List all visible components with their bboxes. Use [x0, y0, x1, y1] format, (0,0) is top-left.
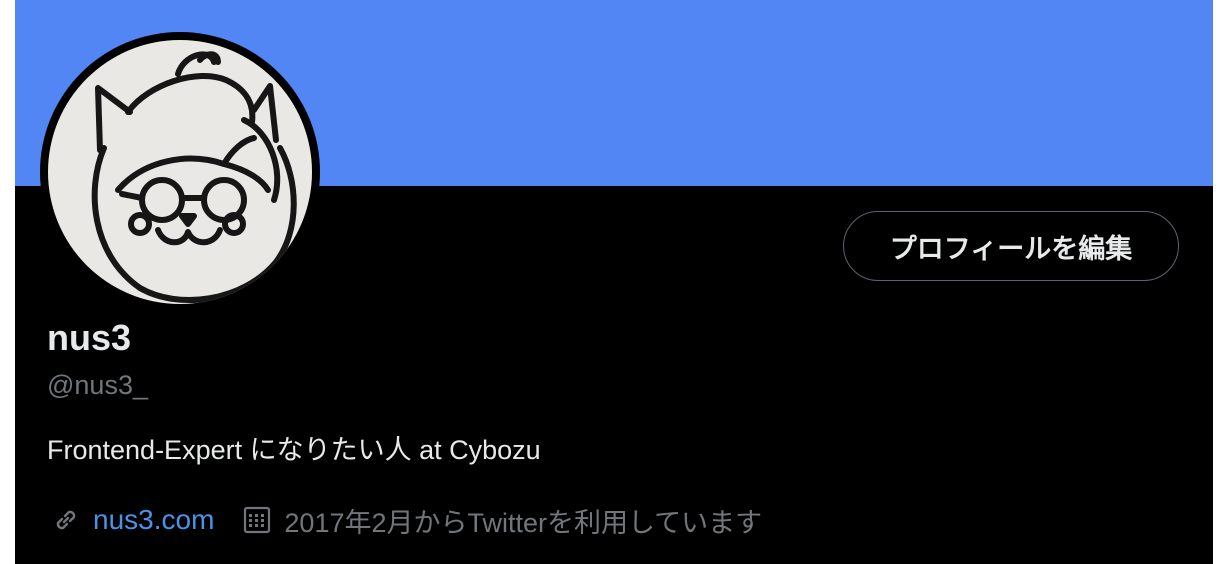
display-name: nus3	[47, 317, 132, 358]
link-icon	[51, 505, 81, 535]
profile-header: プロフィールを編集 nus3 @nus3_ Frontend-Expert にな…	[15, 0, 1213, 564]
join-date: 2017年2月からTwitterを利用しています	[242, 501, 762, 540]
user-handle: @nus3_	[47, 370, 148, 400]
calendar-icon	[242, 505, 272, 535]
profile-meta: nus3.com 2017年2月からTwitterを利用しています	[51, 500, 762, 540]
profile-avatar[interactable]	[40, 32, 320, 312]
join-date-text: 2017年2月からTwitterを利用しています	[284, 507, 763, 538]
profile-bio: Frontend-Expert になりたい人 at Cybozu	[47, 435, 541, 465]
avatar-illustration	[48, 40, 312, 304]
page: プロフィールを編集 nus3 @nus3_ Frontend-Expert にな…	[0, 0, 1228, 564]
website-link[interactable]: nus3.com	[93, 504, 214, 536]
edit-profile-button[interactable]: プロフィールを編集	[843, 211, 1179, 281]
